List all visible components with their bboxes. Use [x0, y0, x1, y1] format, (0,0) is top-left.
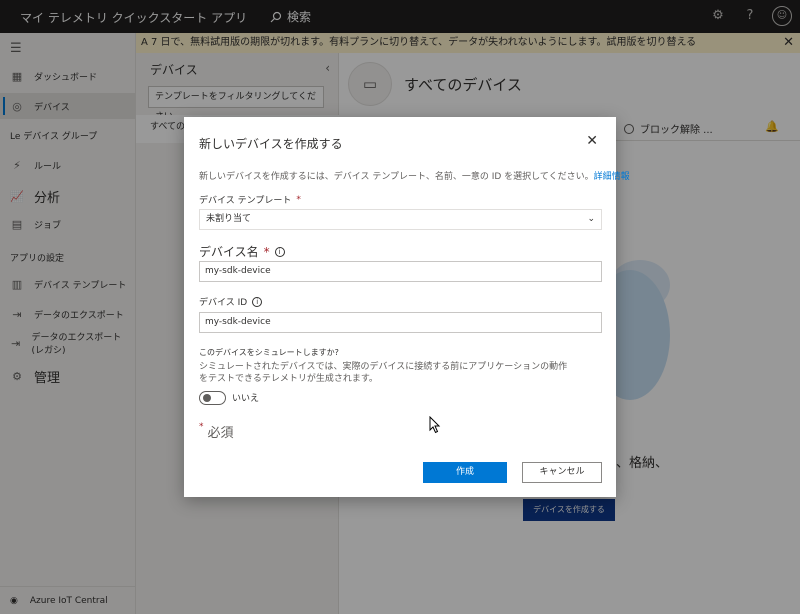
id-label-text: デバイス ID [199, 298, 248, 308]
close-icon[interactable]: ✕ [586, 133, 598, 149]
required-note-text: 必須 [207, 426, 234, 441]
toggle-label: いいえ [232, 394, 260, 404]
learn-more-link[interactable]: 詳細情報 [594, 172, 630, 182]
simulate-toggle[interactable] [199, 391, 226, 405]
device-template-select[interactable]: 未割り当て ⌄ [199, 209, 602, 230]
device-name-field[interactable]: my-sdk-device [199, 261, 602, 282]
required-mark: * [263, 244, 270, 259]
dialog-description: 新しいデバイスを作成するには、デバイス テンプレート、名前、一意の ID を選択… [199, 169, 630, 182]
cancel-button[interactable]: キャンセル [522, 462, 602, 483]
name-label: デバイス名 * i [199, 243, 285, 260]
info-icon[interactable]: i [274, 246, 285, 257]
device-id-field[interactable]: my-sdk-device [199, 312, 602, 333]
mouse-cursor-icon [429, 416, 441, 434]
template-label: デバイス テンプレート * [199, 193, 301, 207]
required-mark: * [199, 422, 204, 432]
dialog-title: 新しいデバイスを作成する [199, 137, 343, 151]
simulate-question: このデバイスをシミュレートしますか? [199, 348, 339, 357]
id-label: デバイス ID i [199, 295, 263, 308]
description-text: 新しいデバイスを作成するには、デバイス テンプレート、名前、一意の ID を選択… [199, 172, 594, 182]
template-label-text: デバイス テンプレート [199, 196, 292, 206]
name-label-text: デバイス名 [199, 245, 259, 259]
required-note: * 必須 [199, 422, 234, 441]
simulate-description: シミュレートされたデバイスでは、実際のデバイスに接続する前にアプリケーションの動… [199, 362, 568, 384]
info-icon[interactable]: i [252, 296, 263, 307]
create-button[interactable]: 作成 [423, 462, 507, 483]
required-mark: * [296, 194, 301, 205]
chevron-down-icon: ⌄ [587, 214, 595, 224]
create-device-dialog: 新しいデバイスを作成する ✕ 新しいデバイスを作成するには、デバイス テンプレー… [184, 117, 630, 497]
template-value: 未割り当て [206, 214, 252, 224]
